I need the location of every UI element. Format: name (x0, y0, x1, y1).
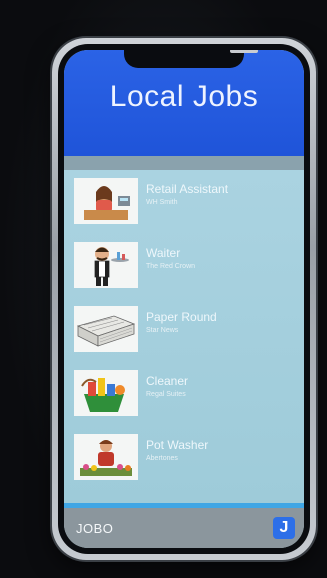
job-title: Retail Assistant (146, 182, 229, 196)
phone-screen: Local Jobs Retail Assistant WH Smith Wai… (64, 50, 304, 548)
newspaper-stack-illustration (74, 306, 138, 352)
speaker-grille (230, 50, 258, 53)
job-item-waiter[interactable]: Waiter The Red Crown (64, 242, 304, 292)
gardener-illustration (74, 434, 138, 480)
job-item-retail-assistant[interactable]: Retail Assistant WH Smith (64, 178, 304, 228)
job-title: Waiter (146, 246, 181, 260)
header-divider (64, 156, 304, 170)
app-footer: JOBO J (64, 508, 304, 548)
app-logo-icon[interactable]: J (273, 517, 295, 539)
job-list: Retail Assistant WH Smith Waiter The Red… (64, 170, 304, 503)
cleaning-supplies-illustration (74, 370, 138, 416)
page-title: Local Jobs (109, 80, 259, 113)
cashier-illustration (74, 178, 138, 224)
job-item-cleaner[interactable]: Cleaner Regal Suites (64, 370, 304, 420)
job-title: Cleaner (146, 374, 189, 388)
job-company: WH Smith (146, 199, 178, 206)
job-item-paper-round[interactable]: Paper Round Star News (64, 306, 304, 356)
job-company: The Red Crown (146, 263, 196, 270)
job-item-pot-washer[interactable]: Pot Washer Abertones (64, 434, 304, 484)
job-company: Abertones (146, 455, 178, 462)
job-company: Regal Suites (146, 391, 186, 398)
brand-label: JOBO (76, 521, 114, 536)
job-title: Paper Round (146, 310, 217, 324)
job-company: Star News (146, 327, 179, 334)
job-title: Pot Washer (146, 438, 209, 452)
waiter-illustration (74, 242, 138, 288)
phone-notch (124, 50, 258, 68)
